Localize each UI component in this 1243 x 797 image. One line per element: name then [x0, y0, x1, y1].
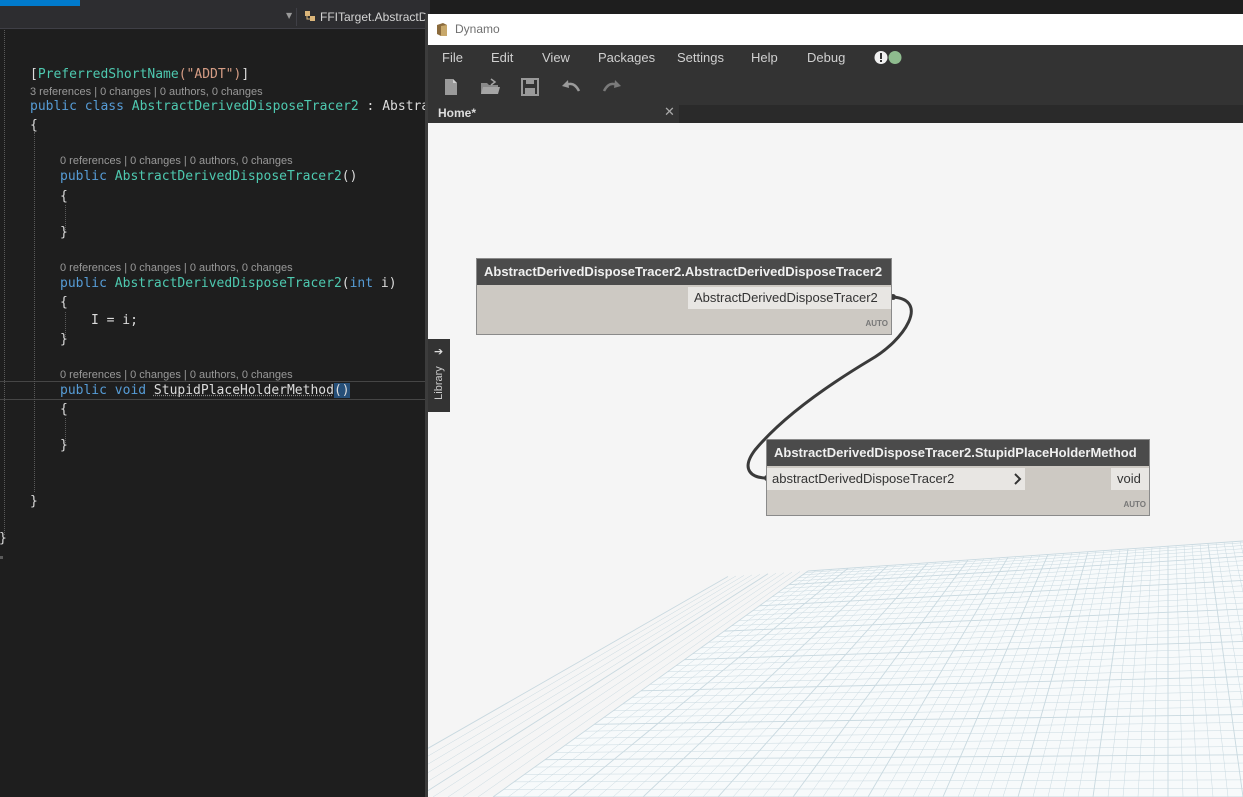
output-port[interactable]: AbstractDerivedDisposeTracer2 [688, 287, 891, 309]
code-line-brace[interactable]: { [60, 189, 68, 205]
code-line-brace[interactable]: } [60, 332, 68, 348]
menu-view[interactable]: View [542, 50, 570, 65]
lacing-indicator[interactable]: AUTO [1123, 500, 1146, 509]
output-port[interactable]: void [1111, 468, 1149, 490]
code-line-ctor2[interactable]: public AbstractDerivedDisposeTracer2(int… [60, 276, 397, 292]
code-line-brace[interactable]: { [60, 402, 68, 418]
dynamo-logo-icon [437, 23, 447, 36]
node-constructor[interactable]: AbstractDerivedDisposeTracer2.AbstractDe… [476, 258, 892, 335]
node-title[interactable]: AbstractDerivedDisposeTracer2.AbstractDe… [477, 259, 891, 285]
indent-guide [34, 132, 35, 492]
menu-settings[interactable]: Settings [677, 50, 724, 65]
tab-home-label[interactable]: Home* [438, 106, 476, 120]
codelens-class[interactable]: 3 references | 0 changes | 0 authors, 0 … [30, 86, 263, 99]
code-line-namespace-close[interactable]: } [0, 531, 7, 547]
save-icon[interactable] [519, 77, 541, 97]
code-line-brace[interactable]: } [60, 438, 68, 454]
navigation-bar[interactable]: ▼ FFITarget.AbstractDerivedDisposeTracer… [0, 6, 430, 29]
workspace-tab-bar: Home* ✕ [428, 105, 1243, 124]
gutter-mark [0, 556, 3, 559]
code-line-ctor1[interactable]: public AbstractDerivedDisposeTracer2() [60, 169, 357, 185]
undo-icon[interactable] [560, 77, 582, 97]
close-icon[interactable]: ✕ [664, 105, 675, 120]
code-line-open-brace[interactable]: { [30, 118, 38, 134]
codelens-ctor1[interactable]: 0 references | 0 changes | 0 authors, 0 … [60, 155, 293, 168]
code-editor[interactable]: ▼ FFITarget.AbstractDerivedDisposeTracer… [0, 0, 430, 797]
menu-edit[interactable]: Edit [491, 50, 513, 65]
indent-guide [4, 30, 5, 535]
code-line-class-close[interactable]: } [30, 494, 38, 510]
lacing-indicator[interactable]: AUTO [865, 319, 888, 328]
toolbar[interactable] [428, 69, 1243, 105]
arrow-right-icon: ➔ [434, 345, 444, 358]
menu-help[interactable]: Help [751, 50, 778, 65]
node-title[interactable]: AbstractDerivedDisposeTracer2.StupidPlac… [767, 440, 1149, 466]
code-line-method[interactable]: public void StupidPlaceHolderMethod() [60, 383, 350, 399]
dynamo-title-bar[interactable]: Dynamo [428, 14, 1243, 45]
library-toggle[interactable]: ➔ Library [428, 339, 450, 412]
code-line-assignment[interactable]: I = i; [91, 313, 138, 329]
code-line-class-declaration[interactable]: public class AbstractDerivedDisposeTrace… [30, 99, 429, 115]
code-line-attribute[interactable]: [PreferredShortName("ADDT")] [30, 67, 249, 83]
window-title: Dynamo [455, 22, 500, 36]
code-line-brace[interactable]: { [60, 295, 68, 311]
open-folder-icon[interactable] [479, 77, 501, 97]
menu-debug[interactable]: Debug [807, 50, 845, 65]
dynamo-window[interactable]: Dynamo File Edit View Packages Settings … [425, 14, 1243, 797]
new-file-icon[interactable] [440, 77, 462, 97]
dropdown-arrow-icon[interactable]: ▼ [286, 11, 292, 20]
menu-file[interactable]: File [442, 50, 463, 65]
notification-status-icon[interactable] [874, 50, 904, 65]
codelens-ctor2[interactable]: 0 references | 0 changes | 0 authors, 0 … [60, 262, 293, 275]
node-method[interactable]: AbstractDerivedDisposeTracer2.StupidPlac… [766, 439, 1150, 516]
input-port[interactable]: abstractDerivedDisposeTracer2 [767, 468, 1025, 490]
class-icon [305, 11, 315, 21]
navbar-member-text[interactable]: FFITarget.AbstractDerivedDisposeTracer2 [320, 10, 430, 24]
menu-packages[interactable]: Packages [598, 50, 655, 65]
chevron-right-icon[interactable] [1014, 473, 1022, 485]
library-label: Library [433, 366, 445, 400]
redo-icon[interactable] [601, 77, 623, 97]
tab-home[interactable]: Home* ✕ [428, 105, 679, 124]
menu-bar[interactable]: File Edit View Packages Settings Help De… [428, 45, 1243, 69]
code-line-brace[interactable]: } [60, 225, 68, 241]
codelens-method[interactable]: 0 references | 0 changes | 0 authors, 0 … [60, 369, 293, 382]
navbar-separator [296, 8, 297, 26]
